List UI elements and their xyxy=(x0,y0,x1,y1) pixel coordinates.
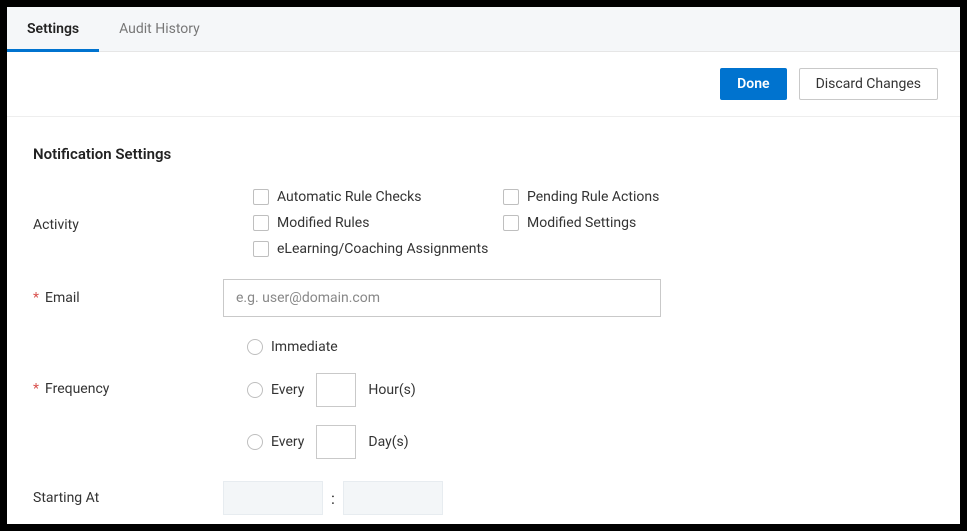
required-mark-email: * xyxy=(33,290,39,306)
tab-bar: Settings Audit History xyxy=(7,7,960,52)
label-frequency: Frequency xyxy=(45,381,109,397)
tab-audit-history[interactable]: Audit History xyxy=(99,7,220,51)
row-activity: Activity Automatic Rule Checks Pending R… xyxy=(33,189,934,257)
label-activity: Activity xyxy=(33,217,79,233)
radio-label-every-hours-suffix: Hour(s) xyxy=(368,382,415,398)
checkbox-label-elearning-coaching: eLearning/Coaching Assignments xyxy=(277,241,488,257)
starting-at-minute-input[interactable] xyxy=(343,481,443,515)
label-email: Email xyxy=(45,290,80,306)
radio-input-every-hours[interactable] xyxy=(247,382,263,398)
row-starting-at: Starting At : xyxy=(33,481,934,515)
radio-label-immediate: Immediate xyxy=(271,339,338,355)
section-title: Notification Settings xyxy=(33,145,934,163)
radio-immediate[interactable]: Immediate xyxy=(247,339,934,355)
checkbox-modified-rules[interactable]: Modified Rules xyxy=(253,215,503,231)
row-frequency: * Frequency Immediate Every Hour(s) xyxy=(33,339,934,459)
email-input[interactable] xyxy=(223,279,661,317)
checkbox-input-modified-rules[interactable] xyxy=(253,215,269,231)
radio-input-immediate[interactable] xyxy=(247,339,263,355)
checkbox-label-modified-rules: Modified Rules xyxy=(277,215,369,231)
row-email: * Email xyxy=(33,279,934,317)
discard-changes-button[interactable]: Discard Changes xyxy=(799,68,938,100)
action-bar: Done Discard Changes xyxy=(7,52,960,117)
checkbox-elearning-coaching[interactable]: eLearning/Coaching Assignments xyxy=(253,241,488,257)
time-separator: : xyxy=(331,489,335,508)
label-starting-at: Starting At xyxy=(33,490,99,506)
checkbox-modified-settings[interactable]: Modified Settings xyxy=(503,215,753,231)
checkbox-label-pending-rule-actions: Pending Rule Actions xyxy=(527,189,659,205)
checkbox-input-automatic-rule-checks[interactable] xyxy=(253,189,269,205)
done-button[interactable]: Done xyxy=(720,68,786,100)
checkbox-label-automatic-rule-checks: Automatic Rule Checks xyxy=(277,189,421,205)
checkbox-input-pending-rule-actions[interactable] xyxy=(503,189,519,205)
radio-every-days[interactable]: Every Day(s) xyxy=(247,425,934,459)
content-area: Notification Settings Activity Automatic… xyxy=(7,117,960,524)
checkbox-label-modified-settings: Modified Settings xyxy=(527,215,636,231)
radio-label-every-hours-prefix: Every xyxy=(271,382,304,398)
checkbox-pending-rule-actions[interactable]: Pending Rule Actions xyxy=(503,189,753,205)
checkbox-input-modified-settings[interactable] xyxy=(503,215,519,231)
app-window: Settings Audit History Done Discard Chan… xyxy=(7,7,960,524)
checkbox-input-elearning-coaching[interactable] xyxy=(253,241,269,257)
starting-at-hour-input[interactable] xyxy=(223,481,323,515)
checkbox-automatic-rule-checks[interactable]: Automatic Rule Checks xyxy=(253,189,503,205)
radio-input-every-days[interactable] xyxy=(247,434,263,450)
hours-input[interactable] xyxy=(316,373,356,407)
radio-label-every-days-suffix: Day(s) xyxy=(368,434,408,450)
required-mark-frequency: * xyxy=(33,381,39,397)
tab-settings[interactable]: Settings xyxy=(7,7,99,51)
days-input[interactable] xyxy=(316,425,356,459)
radio-label-every-days-prefix: Every xyxy=(271,434,304,450)
radio-every-hours[interactable]: Every Hour(s) xyxy=(247,373,934,407)
